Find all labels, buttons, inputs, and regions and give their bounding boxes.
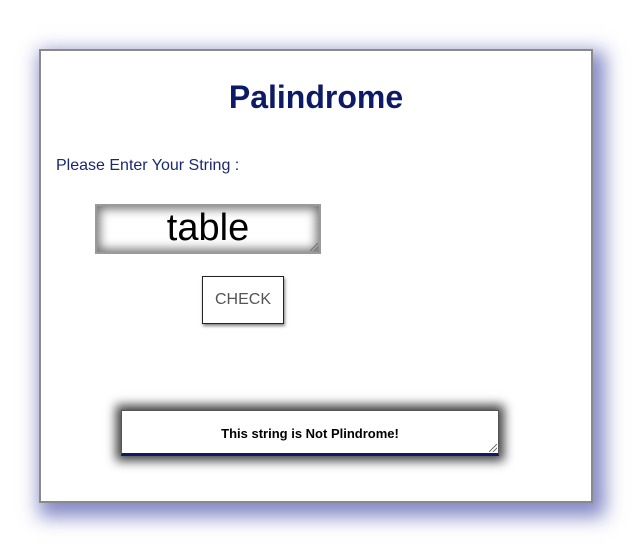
palindrome-card: Palindrome Please Enter Your String : ta… (39, 49, 593, 503)
check-button[interactable]: CHECK (202, 276, 284, 324)
resize-grip-icon[interactable] (310, 243, 318, 251)
string-input[interactable]: table (97, 206, 319, 252)
string-input-container: table (95, 204, 321, 254)
string-prompt-label: Please Enter Your String : (56, 157, 240, 174)
resize-grip-icon[interactable] (489, 444, 497, 452)
page-title: Palindrome (228, 79, 404, 115)
result-output[interactable]: This string is Not Plindrome! (121, 410, 499, 456)
result-text: This string is Not Plindrome! (221, 426, 399, 441)
